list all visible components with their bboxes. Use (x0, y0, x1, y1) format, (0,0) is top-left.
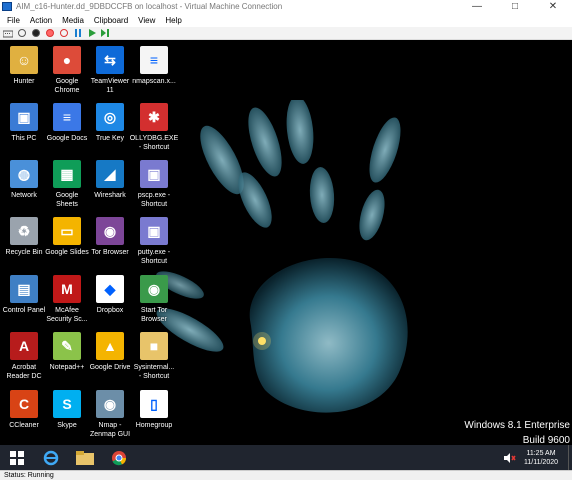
tor-browser-icon: ◉ (96, 217, 124, 245)
ctrl-alt-del-icon[interactable] (3, 29, 13, 38)
desktop-icon-label: nmapscan.x... (132, 78, 176, 85)
homegroup-icon: ▯ (140, 390, 168, 418)
internet-explorer-icon[interactable] (34, 445, 68, 470)
window-controls: — □ ✕ (458, 0, 572, 13)
recycle-bin-icon: ♻ (10, 217, 38, 245)
desktop-icon-label: OLLYDBG.EXE - Shortcut (129, 135, 179, 151)
volume-muted-icon[interactable] (504, 452, 516, 463)
desktop-icon-label: Dropbox (96, 307, 124, 314)
folder-icon: ■ (140, 332, 168, 360)
ollydbg-icon: ✱ (140, 103, 168, 131)
skype-icon: S (53, 390, 81, 418)
desktop-icon-label: Recycle Bin (5, 249, 43, 256)
title-bar: AIM_c16-Hunter.dd_9DBDCCFB on localhost … (0, 0, 572, 13)
desktop-icon-document[interactable]: ≡ nmapscan.x... (126, 46, 182, 86)
google-drive-icon: ▲ (96, 332, 124, 360)
windows-build-label: Build 9600 (522, 435, 570, 445)
desktop-icon-label: putty.exe - Shortcut (137, 249, 171, 265)
close-button[interactable]: ✕ (534, 0, 572, 13)
ccleaner-icon: C (10, 390, 38, 418)
desktop-icon-label: This PC (11, 135, 37, 142)
clock[interactable]: 11:25 AM 11/11/2020 (524, 449, 558, 467)
desktop-icon-label: Hunter (13, 78, 35, 85)
desktop-icon-label: Wireshark (94, 192, 126, 199)
windows-edition-label: Windows 8.1 Enterprise (464, 420, 570, 431)
show-desktop-button[interactable] (568, 445, 572, 470)
clock-time: 11:25 AM (526, 449, 556, 457)
putty-icon: ▣ (140, 217, 168, 245)
turn-off-icon[interactable] (31, 29, 41, 38)
maximize-button[interactable]: □ (496, 0, 534, 13)
desktop-icon-label: Google Chrome (54, 78, 80, 94)
wireshark-icon: ◢ (96, 160, 124, 188)
shut-down-icon[interactable] (45, 29, 55, 38)
desktop-icon-label: Network (11, 192, 37, 199)
menu-view[interactable]: View (138, 16, 155, 25)
taskbar: 11:25 AM 11/11/2020 (0, 445, 572, 470)
toolbar (0, 27, 572, 40)
resume-icon[interactable] (87, 29, 97, 38)
acrobat-icon: A (10, 332, 38, 360)
windows-start-icon[interactable] (0, 445, 34, 470)
save-icon[interactable] (59, 29, 69, 38)
start-icon[interactable] (17, 29, 27, 38)
teamviewer-icon: ⇆ (96, 46, 124, 74)
desktop-icon-label: Acrobat Reader DC (6, 364, 42, 380)
dropbox-icon: ◆ (96, 275, 124, 303)
user-folder-icon: ☺ (10, 46, 38, 74)
google-sheets-icon: ▦ (53, 160, 81, 188)
desktop-icon-label: Nmap - Zenmap GUI (89, 422, 131, 438)
window-title: AIM_c16-Hunter.dd_9DBDCCFB on localhost … (16, 2, 283, 11)
chrome-icon: ● (53, 46, 81, 74)
desktop-icon-folder[interactable]: ■ Sysinternal... - Shortcut (126, 332, 182, 381)
desktop-icon-pscp[interactable]: ▣ pscp.exe - Shortcut (126, 160, 182, 209)
desktop-icon-homegroup[interactable]: ▯ Homegroup (126, 390, 182, 430)
mcafee-icon: M (53, 275, 81, 303)
hand-wallpaper (156, 100, 408, 413)
system-tray: 11:25 AM 11/11/2020 (504, 445, 572, 470)
desktop-icon-label: TeamViewer 11 (90, 78, 130, 94)
desktop-icon-label: pscp.exe - Shortcut (137, 192, 171, 208)
desktop-icon-start-tor[interactable]: ◉ Start Tor Browser (126, 275, 182, 324)
menu-file[interactable]: File (7, 16, 20, 25)
clock-date: 11/11/2020 (524, 458, 558, 466)
pause-icon[interactable] (73, 29, 83, 38)
desktop-icon-label: Skype (57, 422, 77, 429)
desktop-icon-label: Notepad++ (49, 364, 85, 371)
control-panel-icon: ▤ (10, 275, 38, 303)
network-icon: ◍ (10, 160, 38, 188)
desktop-icon-ollydbg[interactable]: ✱ OLLYDBG.EXE - Shortcut (126, 103, 182, 152)
vm-desktop[interactable]: ☺ Hunter ● Google Chrome ⇆ TeamViewer 11 ≡ nmap… (0, 40, 572, 445)
menu-bar: File Action Media Clipboard View Help (0, 13, 572, 27)
desktop-icon-putty[interactable]: ▣ putty.exe - Shortcut (126, 217, 182, 266)
google-docs-icon: ≡ (53, 103, 81, 131)
desktop-icon-label: True Key (95, 135, 125, 142)
start-tor-icon: ◉ (140, 275, 168, 303)
status-bar: Status: Running (0, 470, 572, 480)
desktop-icon-label: Google Drive (89, 364, 131, 371)
chrome-taskbar-icon[interactable] (102, 445, 136, 470)
vm-connection-icon (2, 2, 12, 11)
menu-action[interactable]: Action (30, 16, 52, 25)
menu-media[interactable]: Media (62, 16, 84, 25)
desktop-icon-label: CCleaner (9, 422, 39, 429)
minimize-button[interactable]: — (458, 0, 496, 13)
this-pc-icon: ▣ (10, 103, 38, 131)
desktop-icon-label: Homegroup (135, 422, 173, 429)
file-explorer-icon[interactable] (68, 445, 102, 470)
notepadpp-icon: ✎ (53, 332, 81, 360)
desktop-icon-label: Google Sheets (55, 192, 79, 208)
document-icon: ≡ (140, 46, 168, 74)
desktop-icon-label: Sysinternal... - Shortcut (133, 364, 175, 380)
pscp-icon: ▣ (140, 160, 168, 188)
nmap-icon: ◉ (96, 390, 124, 418)
desktop-icon-label: Tor Browser (91, 249, 129, 256)
menu-clipboard[interactable]: Clipboard (94, 16, 128, 25)
menu-help[interactable]: Help (165, 16, 181, 25)
true-key-icon: ◎ (96, 103, 124, 131)
google-slides-icon: ▭ (53, 217, 81, 245)
reset-icon[interactable] (101, 29, 111, 38)
desktop-icon-label: Start Tor Browser (140, 307, 168, 323)
